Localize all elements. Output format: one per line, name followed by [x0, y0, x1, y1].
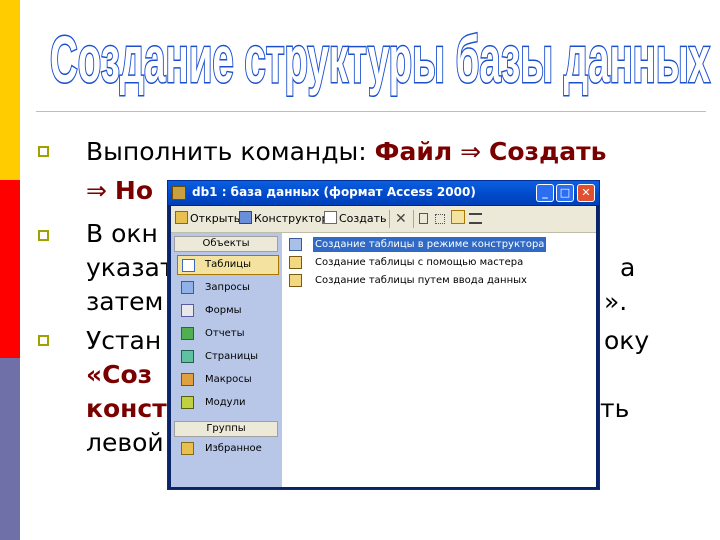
groups-header[interactable]: Группы	[174, 421, 278, 437]
bullet-1	[38, 146, 49, 157]
nav-item-pages[interactable]: Страницы	[177, 347, 279, 367]
objects-header[interactable]: Объекты	[174, 236, 278, 252]
favorites-folder-icon	[181, 442, 194, 455]
list-view-button[interactable]	[451, 209, 467, 229]
bullet-3-text-line1: Устан	[86, 326, 162, 355]
toolbar-separator	[413, 210, 414, 228]
small-icons-button[interactable]	[435, 209, 447, 229]
title-divider	[36, 111, 706, 112]
large-icons-button[interactable]	[419, 209, 430, 229]
design-ruler-icon	[239, 211, 252, 224]
bullet-2-text-line3-tail: ».	[604, 287, 628, 316]
bullet-2-text-line1: В окн	[86, 219, 158, 248]
bullet-3-text-line3-tail: ть	[600, 394, 630, 423]
window-title: db1 : база данных (формат Access 2000)	[192, 185, 476, 199]
open-folder-icon	[175, 211, 188, 224]
accent-bar-purple	[0, 358, 20, 540]
bullet-3-text-line1-tail: оку	[604, 326, 650, 355]
window-toolbar: Открыть Конструктор Создать ✕	[171, 206, 596, 233]
bullet-2-text-line2: указат	[86, 253, 175, 282]
bullet-2	[38, 230, 49, 241]
database-icon	[172, 186, 186, 200]
bullet-2-text-line2-tail: а	[620, 253, 636, 282]
data-entry-icon	[289, 274, 302, 287]
toolbar-separator	[389, 210, 390, 228]
wizard-icon	[289, 256, 302, 269]
form-icon	[181, 304, 194, 317]
new-object-icon	[324, 211, 337, 224]
nav-item-queries[interactable]: Запросы	[177, 278, 279, 298]
nav-item-reports[interactable]: Отчеты	[177, 324, 279, 344]
bullet-2-text-line3: затем	[86, 287, 164, 316]
bullet-3-text-line3: конст	[86, 394, 167, 423]
nav-item-tables[interactable]: Таблицы	[177, 255, 279, 275]
objects-list: Создание таблицы в режиме конструктора С…	[285, 233, 596, 487]
maximize-button[interactable]: □	[556, 184, 574, 202]
accent-bar-red	[0, 180, 20, 358]
window-titlebar[interactable]: db1 : база данных (формат Access 2000) _…	[168, 181, 599, 205]
design-wizard-icon	[289, 238, 302, 251]
macro-icon	[181, 373, 194, 386]
nav-item-forms[interactable]: Формы	[177, 301, 279, 321]
window-body: Объекты Таблицы Запросы Формы Отчеты Стр…	[171, 233, 596, 487]
large-icons-icon	[419, 213, 428, 224]
bullet-3-text-line2: «Соз	[86, 360, 153, 389]
report-icon	[181, 327, 194, 340]
minimize-button[interactable]: _	[536, 184, 554, 202]
access-database-window: db1 : база данных (формат Access 2000) _…	[167, 180, 600, 490]
bullet-1-text-cont: ⇒ Но	[86, 176, 154, 205]
list-view-icon	[451, 210, 465, 224]
nav-item-modules[interactable]: Модули	[177, 393, 279, 413]
open-button[interactable]: Открыть	[175, 209, 240, 229]
details-view-button[interactable]	[469, 209, 484, 229]
slide-title: Создание структуры базы данных	[40, 4, 720, 100]
constructor-button[interactable]: Конструктор	[239, 209, 328, 229]
bullet-1-text: Выполнить команды: Файл ⇒ Создать	[86, 137, 607, 166]
slide-title-text: Создание структуры базы данных	[50, 22, 710, 96]
query-icon	[181, 281, 194, 294]
objects-pane: Объекты Таблицы Запросы Формы Отчеты Стр…	[171, 233, 282, 487]
nav-item-macros[interactable]: Макросы	[177, 370, 279, 390]
delete-button[interactable]: ✕	[395, 209, 407, 229]
details-view-icon	[469, 213, 482, 224]
bullet-3	[38, 335, 49, 346]
close-button[interactable]: ✕	[577, 184, 595, 202]
accent-bar-yellow	[0, 0, 20, 180]
nav-item-favorites[interactable]: Избранное	[177, 439, 279, 459]
page-icon	[181, 350, 194, 363]
module-icon	[181, 396, 194, 409]
small-icons-icon	[435, 214, 445, 224]
table-icon	[182, 259, 195, 272]
create-button[interactable]: Создать	[324, 209, 387, 229]
bullet-3-text-line4: левой	[86, 428, 164, 457]
